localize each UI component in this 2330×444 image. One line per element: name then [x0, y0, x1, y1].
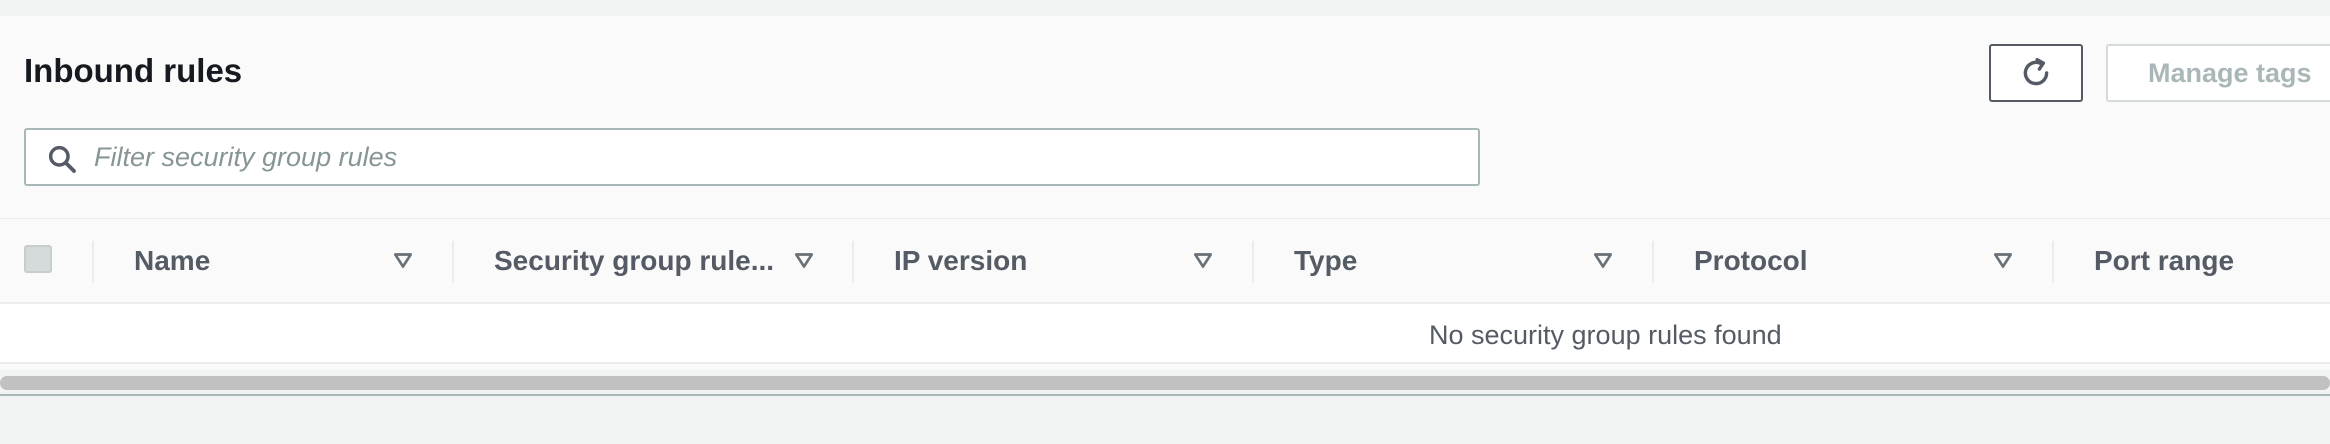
column-header-type[interactable]: Type — [1294, 219, 1624, 303]
sort-caret-icon[interactable] — [1592, 249, 1614, 271]
panel-title: Inbound rules — [24, 52, 243, 89]
column-label: IP version — [894, 245, 1028, 276]
column-divider — [1652, 241, 1654, 283]
sort-caret-icon[interactable] — [392, 249, 414, 271]
sort-caret-icon[interactable] — [793, 249, 815, 271]
manage-tags-button[interactable]: Manage tags — [2106, 44, 2330, 102]
column-header-name[interactable]: Name — [134, 219, 414, 303]
column-header-port-range[interactable]: Port range — [2094, 219, 2330, 303]
table-header: Name Security group rule... IP version T… — [0, 218, 2330, 304]
table-body: No security group rules found — [0, 304, 2330, 364]
column-divider — [852, 241, 854, 283]
refresh-icon — [2023, 57, 2049, 86]
page: Inbound rules Manage tags Name — [0, 0, 2330, 444]
sort-caret-icon[interactable] — [1192, 249, 1214, 271]
scrollbar-thumb[interactable] — [0, 376, 2330, 390]
column-header-protocol[interactable]: Protocol — [1694, 219, 2024, 303]
horizontal-scrollbar[interactable] — [0, 370, 2330, 396]
column-divider — [452, 241, 454, 283]
column-header-ip-version[interactable]: IP version — [894, 219, 1224, 303]
column-label: Protocol — [1694, 245, 1808, 276]
refresh-button[interactable] — [1989, 44, 2083, 102]
column-divider — [1252, 241, 1254, 283]
top-strip — [0, 0, 2330, 17]
column-label: Type — [1294, 245, 1358, 276]
column-divider — [2052, 241, 2054, 283]
search-box[interactable] — [24, 128, 1480, 186]
column-divider — [92, 241, 94, 283]
sort-caret-icon[interactable] — [1992, 249, 2014, 271]
column-label: Name — [134, 245, 211, 276]
column-label: Security group rule... — [494, 245, 775, 276]
column-header-security-group-rule[interactable]: Security group rule... — [494, 219, 824, 303]
search-input[interactable] — [94, 130, 1464, 184]
empty-state-message: No security group rules found — [1429, 320, 1782, 350]
column-label: Port range — [2094, 245, 2235, 276]
select-all-checkbox[interactable] — [24, 245, 52, 273]
inbound-rules-panel: Inbound rules Manage tags Name — [0, 16, 2330, 396]
search-icon — [48, 145, 76, 173]
